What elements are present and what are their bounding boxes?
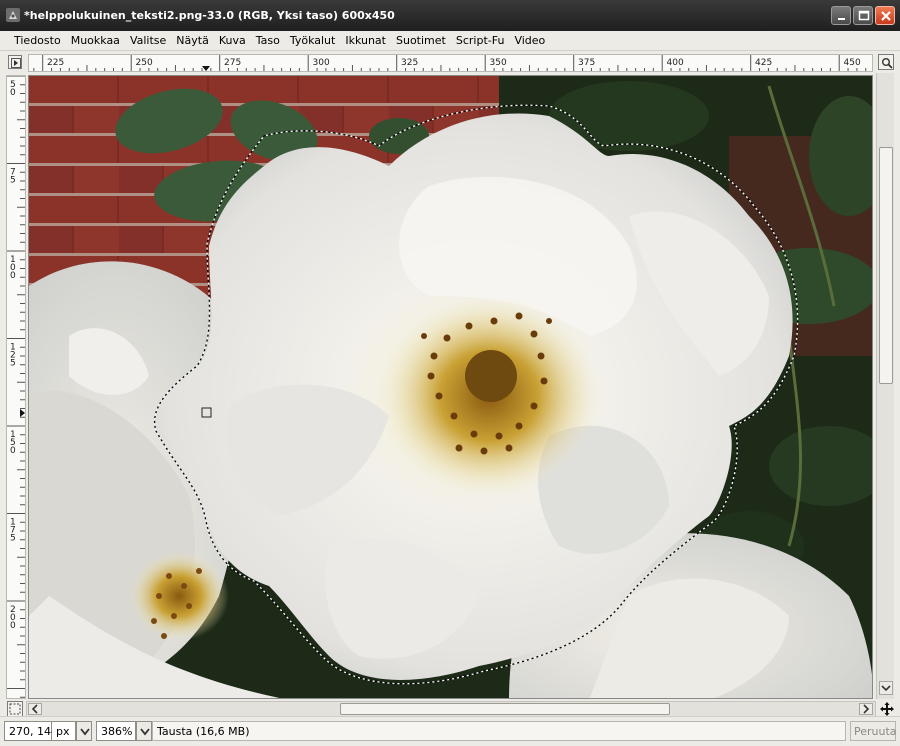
ruler-label-digit: 5: [10, 176, 16, 186]
maximize-button[interactable]: [853, 6, 873, 25]
close-button[interactable]: [875, 6, 895, 25]
chevron-right-icon: [863, 704, 870, 714]
chevron-down-icon: [140, 728, 150, 736]
minimize-icon: [838, 18, 845, 20]
menu-bar: Tiedosto Muokkaa Valitse Näytä Kuva Taso Työka…: [0, 31, 900, 51]
status-bar: 270, 144 px 386% Tausta (16,6 MB) Peruut…: [0, 716, 900, 746]
horizontal-ruler[interactable]: 225 250 275 300 325 350 375 400 425 450: [28, 54, 873, 72]
scroll-left-button[interactable]: [28, 703, 42, 715]
unit-dropdown-button[interactable]: [76, 721, 92, 741]
window-title: *helppolukuinen_teksti2.png-33.0 (RGB, Y…: [24, 9, 395, 22]
ruler-label-digit: 5: [10, 359, 16, 369]
menu-video[interactable]: Video: [509, 31, 550, 51]
quick-mask-icon: [9, 703, 21, 715]
ruler-label: 350: [490, 58, 507, 68]
vertical-scrollbar[interactable]: [876, 73, 894, 699]
ruler-label-digit: 5: [10, 534, 16, 544]
zoom-navigate-button[interactable]: [878, 54, 894, 70]
ruler-label: 225: [47, 58, 64, 68]
pointer-coordinates: 270, 144: [4, 721, 58, 741]
menu-valitse[interactable]: Valitse: [125, 31, 171, 51]
menu-ikkunat[interactable]: Ikkunat: [340, 31, 391, 51]
move-arrows-icon: [880, 702, 894, 716]
pointer-position-marker: [202, 66, 210, 71]
quick-mask-toggle[interactable]: [7, 701, 23, 717]
menu-suotimet[interactable]: Suotimet: [391, 31, 451, 51]
minimize-button[interactable]: [831, 6, 851, 25]
ruler-label: 450: [844, 58, 861, 68]
maximize-icon: [858, 10, 870, 21]
chevron-down-icon: [80, 728, 90, 736]
image-work-area: 225 250 275 300 325 350 375 400 425 450 507510012…: [0, 51, 900, 717]
pointer-position-marker: [20, 409, 25, 417]
menu-muokkaa[interactable]: Muokkaa: [66, 31, 125, 51]
ruler-label-digit: 0: [10, 88, 16, 98]
menu-tiedosto[interactable]: Tiedosto: [9, 31, 66, 51]
horizontal-scroll-thumb[interactable]: [340, 703, 670, 715]
zoom-dropdown-button[interactable]: [136, 721, 152, 741]
ruler-label: 400: [667, 58, 684, 68]
unit-select[interactable]: px: [52, 721, 76, 741]
scroll-down-button[interactable]: [879, 681, 893, 695]
ruler-label: 300: [313, 58, 330, 68]
title-bar: *helppolukuinen_teksti2.png-33.0 (RGB, Y…: [0, 0, 900, 31]
image-menu-button[interactable]: [8, 55, 22, 69]
menu-taso[interactable]: Taso: [251, 31, 285, 51]
vertical-scroll-thumb[interactable]: [879, 147, 893, 384]
horizontal-scrollbar[interactable]: [26, 701, 876, 717]
cancel-button[interactable]: Peruuta: [850, 721, 897, 741]
ruler-label-digit: 0: [10, 271, 16, 281]
close-icon: [881, 11, 891, 21]
image-canvas[interactable]: [28, 75, 873, 699]
zoom-select[interactable]: 386%: [96, 721, 136, 741]
ruler-label: 375: [578, 58, 595, 68]
triangle-right-icon: [11, 58, 21, 68]
menu-script-fu[interactable]: Script-Fu: [451, 31, 510, 51]
menu-kuva[interactable]: Kuva: [214, 31, 251, 51]
magnifier-icon: [882, 58, 893, 69]
ruler-label: 425: [755, 58, 772, 68]
menu-tyokalut[interactable]: Työkalut: [285, 31, 341, 51]
ruler-label: 325: [401, 58, 418, 68]
gimp-app-icon: [6, 8, 20, 22]
ruler-label-digit: 0: [10, 446, 16, 456]
ruler-label-digit: 0: [10, 621, 16, 631]
rose-photo: [29, 76, 872, 698]
chevron-down-icon: [881, 685, 891, 692]
menu-nayta[interactable]: Näytä: [171, 31, 214, 51]
chevron-left-icon: [31, 704, 38, 714]
scroll-right-button[interactable]: [859, 703, 873, 715]
navigate-button[interactable]: [879, 701, 895, 717]
layer-info-label: Tausta (16,6 MB): [152, 721, 846, 741]
vertical-ruler[interactable]: 5075100125150175200: [6, 75, 26, 699]
ruler-label: 250: [136, 58, 153, 68]
ruler-label: 275: [224, 58, 241, 68]
